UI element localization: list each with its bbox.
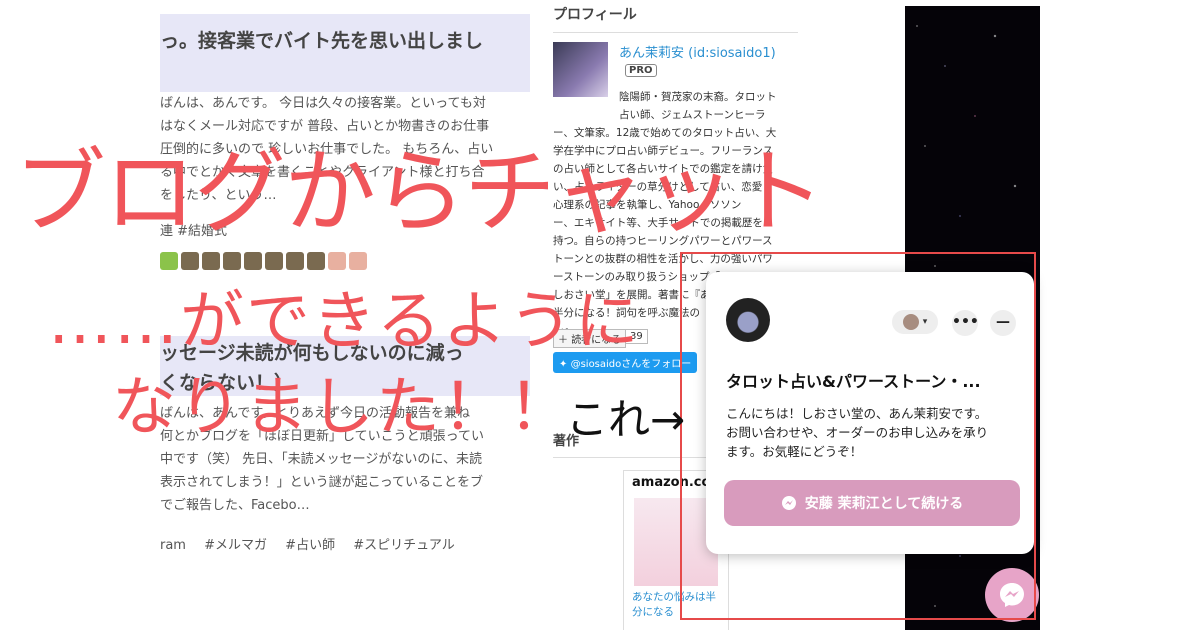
account-switcher[interactable]: ▾ [892,310,938,334]
page-avatar [726,298,770,342]
reader-avatar-icon[interactable] [181,252,199,270]
reader-avatar-icon[interactable] [244,252,262,270]
reader-avatar-icon[interactable] [223,252,241,270]
reader-avatar-icon[interactable] [349,252,367,270]
continue-as-label: 安藤 茉莉江として続ける [804,496,964,512]
reader-avatar-icon[interactable] [160,252,178,270]
excerpt-line: 表示されてしまう！」という謎が起こっていることをブ [160,475,484,490]
pointer-note: これ→ [566,395,686,444]
reader-avatar-icon[interactable] [286,252,304,270]
more-options-button[interactable]: ••• [952,310,979,336]
overlay-caption-line3: なりました！！ [112,371,574,445]
reader-avatar-icon[interactable] [307,252,325,270]
messenger-icon [781,496,796,510]
greeting-message: こんにちは！しおさい堂の、あん茉莉安です。 お問い合わせや、オーダーのお申し込み… [726,404,1016,461]
post-tags: ram #メルマガ #占い師 #スピリチュアル [160,534,469,553]
greeting-line: お問い合わせや、オーダーのお申し込みを承り [726,425,989,440]
tag-link[interactable]: #スピリチュアル [353,538,455,553]
excerpt-line: ばんは、あんです。 今日は久々の接客業。といっても対 [160,96,486,111]
post-title[interactable]: っ。接客業でバイト先を思い出しまし [160,14,530,92]
excerpt-line: 中です（笑） 先日、「未読メッセージがないのに、未読 [160,452,482,467]
bio-line: 陰陽師・賀茂家の末裔。タロット [619,91,777,103]
continue-as-button[interactable]: 安藤 茉莉江として続ける [724,480,1020,526]
user-avatar [902,314,919,330]
tag-link[interactable]: #メルマガ [204,538,267,553]
overlay-caption-line2: ……ができるように [48,285,641,359]
messenger-fab-button[interactable] [985,568,1039,622]
profile-name-link[interactable]: あん茉莉安 (id:siosaido1) [619,42,776,61]
overlay-caption-line1: ブログからチャット [14,139,825,246]
tag-link[interactable]: ram [160,538,186,553]
minimize-button[interactable]: — [990,310,1016,336]
bio-line: トーンとの抜群の相性を活かし、力の強いパワ [553,253,773,265]
messenger-icon [1000,583,1024,607]
reader-avatar-icon[interactable] [265,252,283,270]
excerpt-line: でご報告した、Facebo… [160,498,310,513]
chat-page-title: タロット占い&パワーストーン・... [726,372,981,391]
reader-avatar-icon[interactable] [328,252,346,270]
tag-link[interactable]: #占い師 [285,538,335,553]
book-title-link[interactable]: あなたの悩みは半分になる [624,590,728,620]
messenger-chat-widget: ▾ ••• — タロット占い&パワーストーン・... こんにちは！しおさい堂の、… [706,272,1034,554]
pro-badge: PRO [625,64,657,77]
reader-icons [160,252,367,270]
greeting-line: ます。お気軽にどうぞ！ [726,444,863,459]
chevron-down-icon: ▾ [922,317,928,327]
reader-avatar-icon[interactable] [202,252,220,270]
greeting-line: こんにちは！しおさい堂の、あん茉莉安です。 [726,406,988,421]
profile-heading: プロフィール [553,4,798,33]
